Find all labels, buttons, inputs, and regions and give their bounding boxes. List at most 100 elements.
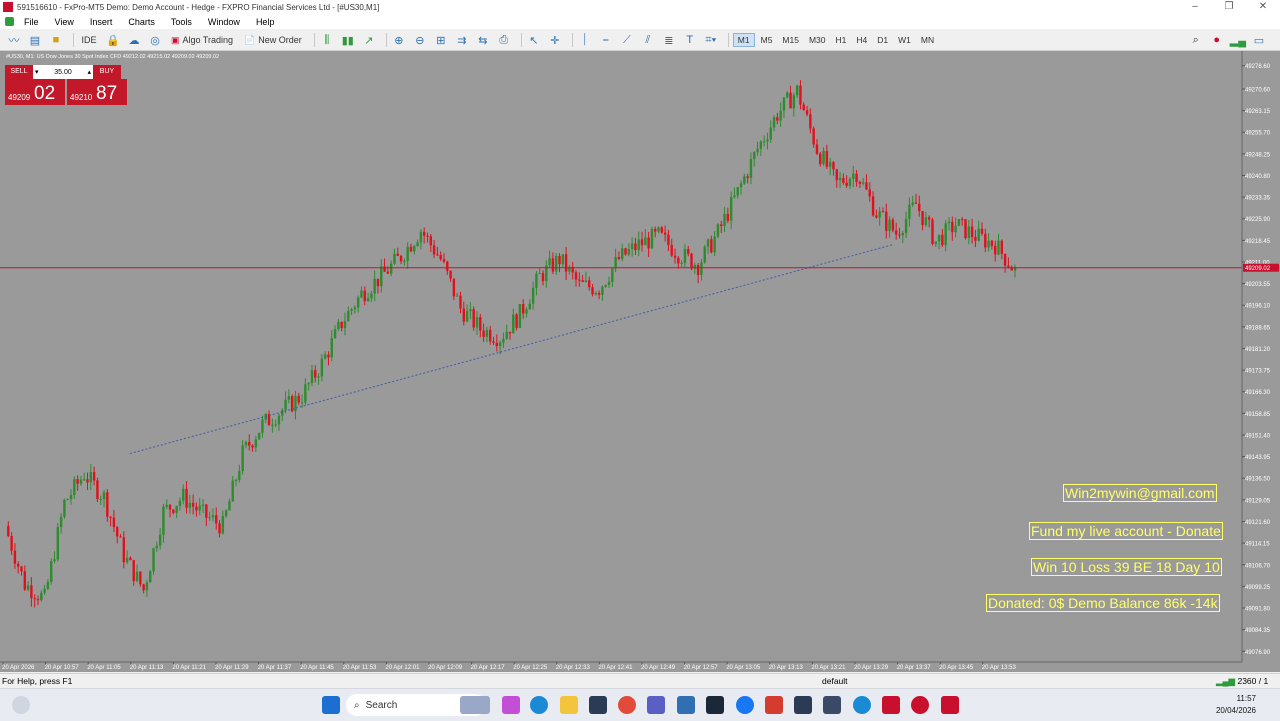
candle-body [561,254,565,265]
close-button[interactable]: ✕ [1246,0,1280,14]
candlestick-icon[interactable]: ▮▮ [340,32,356,48]
grid-icon[interactable]: ⊞ [433,32,449,48]
mail-icon[interactable] [677,696,695,714]
copilot-icon[interactable] [502,696,520,714]
horizontal-line-icon[interactable]: ⎯ [598,32,614,48]
candle-body [588,280,591,288]
text-icon[interactable]: T [682,32,698,48]
price-chart[interactable]: 49278.60 49270.60 49263.15 49255.70 49248.25… [0,51,1280,672]
app-icon-dark[interactable] [794,696,812,714]
lot-decrease-icon[interactable]: ▾ [35,68,39,76]
fxpro-icon[interactable] [882,696,900,714]
cursor-icon[interactable]: ↖ [526,32,542,48]
price-tick-label: 49143.95 [1245,455,1271,461]
file-explorer-icon[interactable] [560,696,578,714]
buy-button[interactable]: BUY [93,65,121,79]
candle-body [713,236,716,253]
teams-icon[interactable] [647,696,665,714]
fxpro-terminal-icon[interactable] [941,696,959,714]
notifications-icon[interactable]: ● [1209,32,1225,48]
candle-body [518,304,522,328]
candle-body [736,187,739,196]
chart-templates-icon[interactable]: ▤ [27,32,43,48]
market-watch-icon[interactable]: ■ [48,32,64,48]
fibonacci-icon[interactable]: ≣ [661,32,677,48]
menu-tools[interactable]: Tools [163,17,200,27]
steam-icon[interactable] [706,696,724,714]
search-icon[interactable]: ⌕ [1188,32,1204,48]
sell-button[interactable]: SELL [5,65,33,79]
minimize-button[interactable]: – [1178,0,1212,14]
zoom-out-icon[interactable]: ⊖ [412,32,428,48]
menu-insert[interactable]: Insert [82,17,121,27]
zoom-in-icon[interactable]: ⊕ [391,32,407,48]
timeframe-m15[interactable]: M15 [778,34,803,46]
candle-body [76,479,79,484]
vertical-line-icon[interactable]: ⏐ [577,32,593,48]
buy-price-box[interactable]: 49210 87 [67,79,127,105]
vps-icon[interactable]: ◎ [147,32,163,48]
timeframe-m5[interactable]: M5 [757,34,777,46]
app-icon-red[interactable] [765,696,783,714]
signals-icon[interactable]: ☁ [126,32,142,48]
candle-body [172,509,175,513]
shapes-icon[interactable]: ⌗▾ [703,32,719,48]
timeframe-mn[interactable]: MN [917,34,938,46]
candle-body [535,273,538,288]
menu-window[interactable]: Window [200,17,248,27]
weather-icon[interactable] [12,696,30,714]
bar-chart-icon[interactable]: ⫼ [319,32,335,48]
chart-area[interactable]: 49278.60 49270.60 49263.15 49255.70 49248.25… [0,51,1280,672]
time-tick-label: 20 Apr 11:21 [172,665,206,671]
line-chart-icon[interactable]: ↗ [361,32,377,48]
autoscroll-icon[interactable]: ⇉ [454,32,470,48]
candle-body [300,402,304,404]
timeframe-h1[interactable]: H1 [832,34,851,46]
candle-body [399,255,403,262]
candle-body [914,202,918,204]
crosshair-icon[interactable]: ✛ [547,32,563,48]
chart-shift-icon[interactable]: ⇆ [475,32,491,48]
maximize-button[interactable]: ❐ [1212,0,1246,14]
timeframe-d1[interactable]: D1 [873,34,892,46]
ide-button[interactable]: IDE [78,32,100,48]
candle-body [908,204,911,219]
app-icon-slate[interactable] [823,696,841,714]
candle-body [59,516,63,528]
candle-body [145,582,149,591]
channel-icon[interactable]: ⫽ [640,32,656,48]
candle-body [50,561,53,582]
algo-trading-button[interactable]: ▣ Algo Trading [168,32,236,48]
menu-charts[interactable]: Charts [120,17,163,27]
app-icon-blue[interactable] [853,696,871,714]
candle-body [13,550,17,564]
menu-file[interactable]: File [16,17,47,27]
candle-body [347,310,350,322]
timeframe-m1[interactable]: M1 [732,33,755,47]
lot-size-field[interactable]: ▾ 35.00 ▴ [33,65,93,79]
sell-price-box[interactable]: 49209 02 [5,79,65,105]
chrome-icon[interactable] [618,696,636,714]
lock-icon[interactable]: 🔒 [105,32,121,48]
store-icon[interactable] [589,696,607,714]
mt5-menu-icon[interactable] [5,17,14,26]
clock[interactable]: 11:57 20/04/2026 [1216,693,1256,717]
candle-body [274,424,277,426]
new-order-button[interactable]: 📄 New Order [241,32,305,48]
menu-help[interactable]: Help [248,17,283,27]
timeframe-w1[interactable]: W1 [894,34,915,46]
facebook-icon[interactable] [736,696,754,714]
edge-icon[interactable] [530,696,548,714]
trendline-icon[interactable]: ⟋ [619,32,635,48]
lot-increase-icon[interactable]: ▴ [87,68,91,76]
menu-view[interactable]: View [47,17,82,27]
start-icon[interactable] [322,696,340,714]
community-icon[interactable]: ▭ [1251,32,1267,48]
chart-line-icon[interactable]: 〰 [6,32,22,48]
signal-strength-icon[interactable]: ▂▄ [1230,32,1246,48]
candle-body [323,354,327,359]
fxpro-mt5-icon[interactable] [911,696,929,714]
timeframe-m30[interactable]: M30 [805,34,830,46]
timeframe-h4[interactable]: H4 [852,34,871,46]
screenshot-icon[interactable]: ⎙ [496,32,512,48]
